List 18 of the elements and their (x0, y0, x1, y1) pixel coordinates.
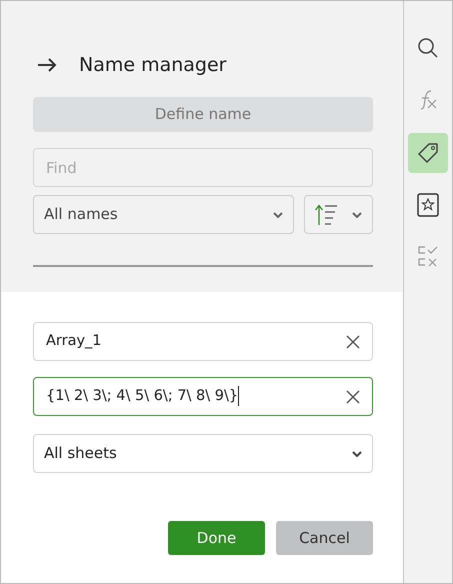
sort-button[interactable] (304, 195, 373, 234)
cancel-button[interactable]: Cancel (276, 521, 373, 555)
names-dropdown[interactable]: All names (33, 195, 294, 234)
arrow-icon[interactable] (37, 58, 57, 72)
clear-icon[interactable] (346, 390, 360, 404)
done-button[interactable]: Done (168, 521, 265, 555)
find-field[interactable]: Find (33, 148, 373, 187)
chevron-icon (352, 450, 362, 456)
scope-dropdown[interactable]: All sheets (33, 434, 373, 473)
formula-field[interactable]: {1\ 2\ 3\; 4\ 5\ 6\; 7\ 8\ 9\} (33, 377, 373, 416)
clear-icon[interactable] (346, 334, 360, 348)
tag-icon (417, 141, 439, 165)
chevron-icon (352, 212, 362, 218)
checklist-icon (417, 245, 439, 269)
panel-title: Name manager (79, 54, 226, 76)
chevron-icon (273, 212, 283, 218)
name-field[interactable]: Array_1 (33, 322, 373, 361)
sidebar-button[interactable] (408, 133, 448, 173)
